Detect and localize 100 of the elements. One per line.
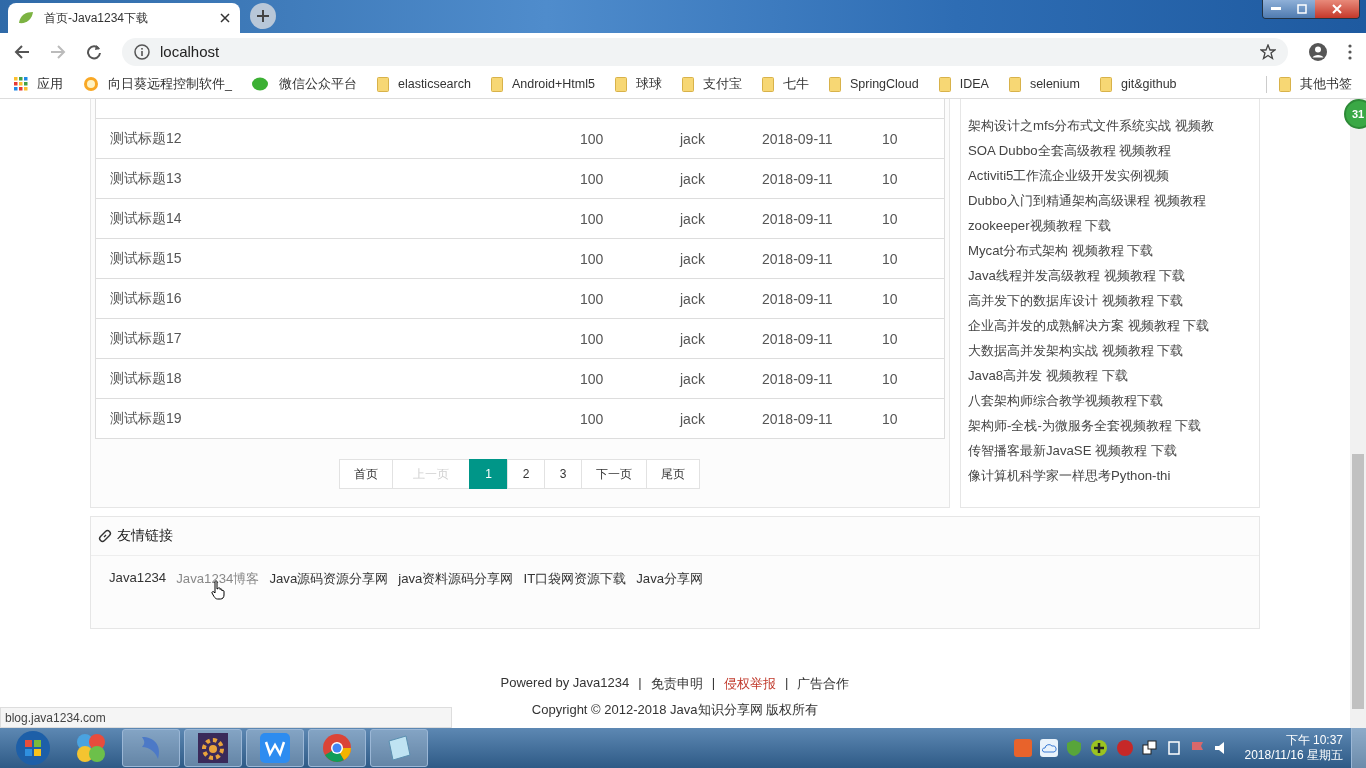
- restore-icon: [1297, 4, 1307, 14]
- page-button[interactable]: 1: [469, 459, 508, 489]
- menu-icon[interactable]: [1348, 43, 1352, 60]
- bookmark[interactable]: 其他书签: [1266, 75, 1352, 93]
- table-cell-text: jack: [680, 370, 706, 387]
- table-cell-text: 100: [580, 170, 605, 187]
- page-button[interactable]: 3: [544, 459, 582, 489]
- separator-mark: |: [638, 675, 642, 692]
- table-cell-text: 2018-09-11: [762, 370, 834, 387]
- table-cell-text: jack: [680, 170, 706, 187]
- bookmark[interactable]: 向日葵远程控制软件_: [83, 75, 232, 93]
- table-cell-text: 10: [882, 210, 899, 227]
- table-cell-text: 100: [580, 410, 605, 427]
- table-cell-text: 100: [580, 330, 605, 347]
- article-link[interactable]: 像计算机科学家一样思考Python-thi: [968, 463, 1252, 488]
- bookmark[interactable]: elasticsearch: [376, 76, 471, 92]
- bookmark[interactable]: Android+Html5: [490, 76, 595, 92]
- folder-icon: [761, 76, 774, 92]
- article-link[interactable]: Dubbo入门到精通架构高级课程 视频教程: [968, 188, 1252, 213]
- article-link[interactable]: Java线程并发高级教程 视频教程 下载: [968, 263, 1252, 288]
- chrome-icon[interactable]: [322, 733, 352, 763]
- table-cell-text: 测试标题14: [109, 209, 183, 228]
- clock-time[interactable]: 下午 10:37: [1285, 733, 1343, 748]
- pinwheel-icon[interactable]: [75, 732, 107, 764]
- writer-icon[interactable]: [260, 733, 290, 763]
- friend-link[interactable]: Java1234: [109, 570, 167, 588]
- article-link[interactable]: 大数据高并发架构实战 视频教程 下载: [968, 338, 1252, 363]
- close-button[interactable]: [1315, 0, 1359, 18]
- bookmark[interactable]: 七牛: [761, 75, 809, 93]
- bookmark[interactable]: 应用: [14, 75, 63, 93]
- clock-date[interactable]: 2018/11/16 星期五: [1244, 748, 1343, 763]
- friend-link[interactable]: Java分享网: [636, 570, 704, 588]
- bookmark[interactable]: IDEA: [938, 76, 989, 92]
- plus-icon[interactable]: [1090, 739, 1109, 757]
- table-cell-text: 2018-09-11: [762, 330, 834, 347]
- footer-link[interactable]: Powered by Java1234: [500, 675, 630, 693]
- bookmark[interactable]: selenium: [1008, 76, 1080, 92]
- article-link[interactable]: Java8高并发 视频教程 下载: [968, 363, 1252, 388]
- link-icon: [97, 528, 113, 544]
- friend-link[interactable]: IT口袋网资源下载: [523, 570, 627, 588]
- article-link[interactable]: 企业高并发的成熟解决方案 视频教程 下载: [968, 313, 1252, 338]
- footer-link[interactable]: 免责申明: [650, 675, 703, 693]
- table-cell-text: jack: [680, 210, 706, 227]
- footer-link[interactable]: 广告合作: [797, 675, 850, 693]
- page-button[interactable]: 尾页: [646, 459, 700, 489]
- article-link[interactable]: zookeeper视频教程 下载: [968, 213, 1252, 238]
- bookmark[interactable]: SpringCloud: [828, 76, 919, 92]
- article-link[interactable]: Activiti5工作流企业级开发实例视频: [968, 163, 1252, 188]
- friend-link[interactable]: Java1234博客: [176, 570, 260, 588]
- friend-link[interactable]: Java源码资源分享网: [269, 570, 389, 588]
- folder-icon: [938, 76, 951, 92]
- separator-mark: |: [785, 675, 789, 692]
- browser-tab[interactable]: 首页-Java1234下载: [8, 3, 240, 33]
- table-cell-text: 100: [580, 250, 605, 267]
- article-link[interactable]: Mycat分布式架构 视频教程 下载: [968, 238, 1252, 263]
- address-bar[interactable]: localhost: [122, 37, 1288, 66]
- folder-icon: [1279, 76, 1291, 92]
- start-button[interactable]: [15, 730, 51, 766]
- page-button[interactable]: 2: [507, 459, 545, 489]
- account-icon[interactable]: [1308, 41, 1328, 62]
- table-cell-text: 2018-09-11: [762, 170, 834, 187]
- article-link[interactable]: 架构设计之mfs分布式文件系统实战 视频教: [968, 113, 1252, 138]
- table-cell-text: jack: [680, 250, 706, 267]
- gear-icon[interactable]: [198, 733, 228, 763]
- article-link[interactable]: SOA Dubbo全套高级教程 视频教程: [968, 138, 1252, 163]
- table-cell-text: jack: [680, 130, 706, 147]
- copyright-text: Copyright © 2012-2018 Java知识分享网 版权所有: [531, 701, 819, 719]
- article-link[interactable]: 高并发下的数据库设计 视频教程 下载: [968, 288, 1252, 313]
- minimize-button[interactable]: [1263, 0, 1289, 18]
- table-cell-text: 100: [580, 370, 605, 387]
- star-icon[interactable]: [1260, 43, 1276, 60]
- friend-link[interactable]: java资料源码分享网: [398, 570, 514, 588]
- cloud-icon[interactable]: [1040, 739, 1059, 757]
- article-link[interactable]: 传智播客最新JavaSE 视频教程 下载: [968, 438, 1252, 463]
- table-cell-text: 测试标题12: [109, 129, 183, 148]
- reload-icon[interactable]: [86, 43, 102, 60]
- bookmark[interactable]: 球球: [614, 75, 662, 93]
- table-cell-text: 10: [882, 290, 899, 307]
- restore-button[interactable]: [1289, 0, 1315, 18]
- chat-icon: [251, 77, 270, 91]
- table-cell-text: 测试标题17: [109, 329, 183, 348]
- back-icon[interactable]: [14, 43, 30, 60]
- bookmark[interactable]: 支付宝: [681, 75, 742, 93]
- bookmark[interactable]: git&github: [1099, 76, 1177, 92]
- table-cell-text: 2018-09-11: [762, 250, 834, 267]
- table-cell-text: 100: [580, 210, 605, 227]
- table-cell-text: 2018-09-11: [762, 130, 834, 147]
- bookmark[interactable]: 微信公众平台: [251, 75, 357, 93]
- footer-link[interactable]: 侵权举报: [724, 675, 776, 693]
- page-button[interactable]: 首页: [339, 459, 393, 489]
- article-link[interactable]: 架构师-全栈-为微服务全套视频教程 下载: [968, 413, 1252, 438]
- page-button[interactable]: 下一页: [581, 459, 647, 489]
- article-link[interactable]: 八套架构师综合教学视频教程下载: [968, 388, 1252, 413]
- folder-icon: [828, 76, 841, 92]
- table-cell-text: jack: [680, 290, 706, 307]
- table-cell-text: 10: [882, 130, 899, 147]
- new-tab-icon[interactable]: [250, 3, 276, 29]
- section-title: 友情链接: [117, 527, 173, 545]
- scrollbar[interactable]: [1350, 99, 1366, 728]
- close-icon[interactable]: [220, 13, 230, 23]
